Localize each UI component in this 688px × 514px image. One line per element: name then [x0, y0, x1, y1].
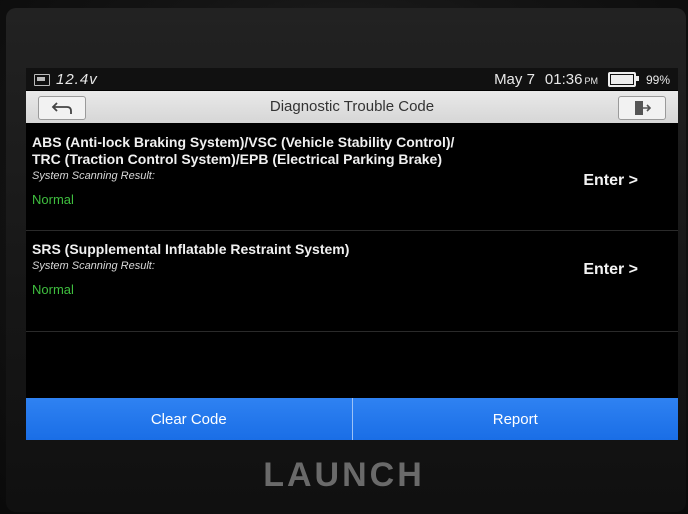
- photo-frame: 12.4v May 7 01:36 PM 99% Diagnostic Troub…: [0, 0, 688, 514]
- status-date: May 7: [494, 71, 535, 88]
- enter-button[interactable]: Enter >: [583, 261, 638, 279]
- report-button[interactable]: Report: [352, 398, 678, 440]
- voltage-readout: 12.4v: [56, 71, 98, 88]
- car-battery-icon: [34, 73, 50, 86]
- status-time: 01:36 PM: [545, 71, 598, 88]
- bottom-action-bar: Clear Code Report: [26, 398, 678, 440]
- battery-percent: 99%: [645, 72, 670, 87]
- status-time-value: 01:36: [544, 71, 583, 88]
- system-name-line: ABS (Anti-lock Braking System)/VSC (Vehi…: [32, 134, 455, 150]
- clear-code-button[interactable]: Clear Code: [26, 398, 352, 440]
- battery-icon: [607, 72, 639, 87]
- system-name: SRS (Supplemental Inflatable Restraint S…: [32, 241, 350, 257]
- status-bar: 12.4v May 7 01:36 PM 99%: [26, 68, 678, 90]
- device-screen: 12.4v May 7 01:36 PM 99% Diagnostic Troub…: [26, 68, 678, 440]
- enter-button[interactable]: Enter >: [583, 172, 638, 190]
- scan-result-label: System Scanning Result:: [32, 170, 155, 182]
- system-list: ABS (Anti-lock Braking System)/VSC (Vehi…: [26, 124, 678, 332]
- scan-result-status: Normal: [32, 282, 74, 297]
- status-right: May 7 01:36 PM 99%: [494, 71, 670, 88]
- exit-button[interactable]: [618, 96, 666, 120]
- status-ampm: PM: [584, 76, 598, 86]
- scan-result-label: System Scanning Result:: [32, 260, 155, 272]
- status-left: 12.4v: [34, 71, 98, 88]
- system-row-srs[interactable]: SRS (Supplemental Inflatable Restraint S…: [26, 231, 678, 332]
- system-row-abs[interactable]: ABS (Anti-lock Braking System)/VSC (Vehi…: [26, 124, 678, 231]
- exit-door-icon: [635, 101, 651, 115]
- page-title: Diagnostic Trouble Code: [269, 98, 435, 115]
- brand-logo: LAUNCH: [263, 456, 425, 494]
- scan-result-status: Normal: [32, 192, 74, 207]
- system-name-line: TRC (Traction Control System)/EPB (Elect…: [32, 151, 442, 167]
- title-bar: Diagnostic Trouble Code: [26, 91, 678, 123]
- system-name: ABS (Anti-lock Braking System)/VSC (Vehi…: [32, 134, 558, 168]
